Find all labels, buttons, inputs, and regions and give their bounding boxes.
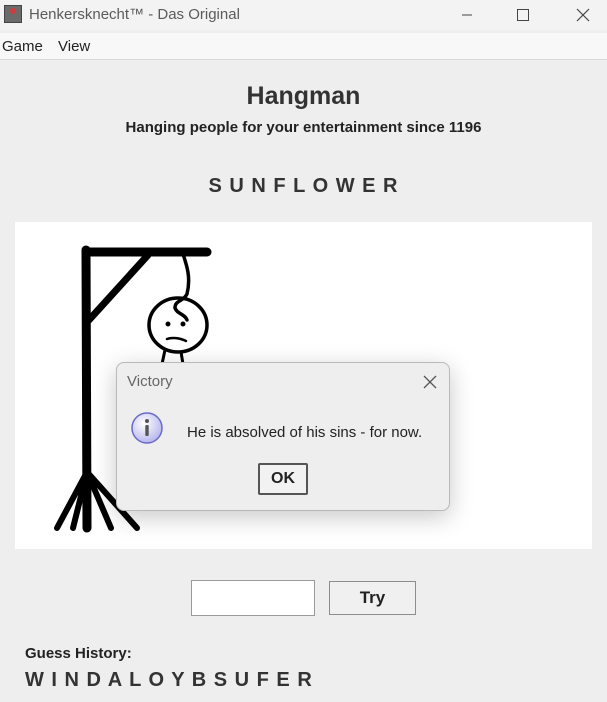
minimize-button[interactable]	[444, 0, 490, 30]
info-icon	[131, 412, 163, 444]
mouth	[165, 336, 188, 343]
dialog-title: Victory	[127, 373, 173, 390]
maximize-button[interactable]	[500, 0, 546, 30]
victory-dialog: Victory He is absolved of his sins - for…	[116, 362, 450, 511]
ok-button[interactable]: OK	[258, 463, 308, 495]
title-bar: Henkersknecht™ - Das Original	[0, 0, 607, 30]
left-eye	[165, 321, 171, 327]
dialog-message: He is absolved of his sins - for now.	[187, 424, 423, 441]
right-eye	[180, 321, 186, 327]
guess-history-label: Guess History:	[25, 645, 132, 662]
hanged-head	[147, 296, 209, 354]
gallows-brace	[85, 251, 152, 324]
close-button[interactable]	[560, 0, 606, 30]
window-title: Henkersknecht™ - Das Original	[29, 6, 240, 23]
guess-input[interactable]	[191, 580, 315, 616]
app-icon	[4, 5, 22, 23]
game-title: Hangman	[246, 82, 361, 110]
menu-view[interactable]: View	[58, 38, 90, 55]
dialog-close-button[interactable]	[419, 371, 441, 393]
guess-history-letters: W I N D A L O Y B S U F E R	[25, 669, 313, 691]
rope	[173, 252, 191, 322]
minimize-icon	[462, 14, 472, 16]
game-subtitle: Hanging people for your entertainment si…	[125, 119, 482, 136]
menu-game[interactable]: Game	[2, 38, 43, 55]
try-button[interactable]: Try	[329, 581, 416, 615]
close-icon	[576, 8, 590, 22]
word-display: S U N F L O W E R	[208, 175, 399, 197]
maximize-icon	[517, 9, 529, 21]
close-icon	[423, 375, 437, 389]
menu-bar: Game View	[0, 33, 607, 60]
